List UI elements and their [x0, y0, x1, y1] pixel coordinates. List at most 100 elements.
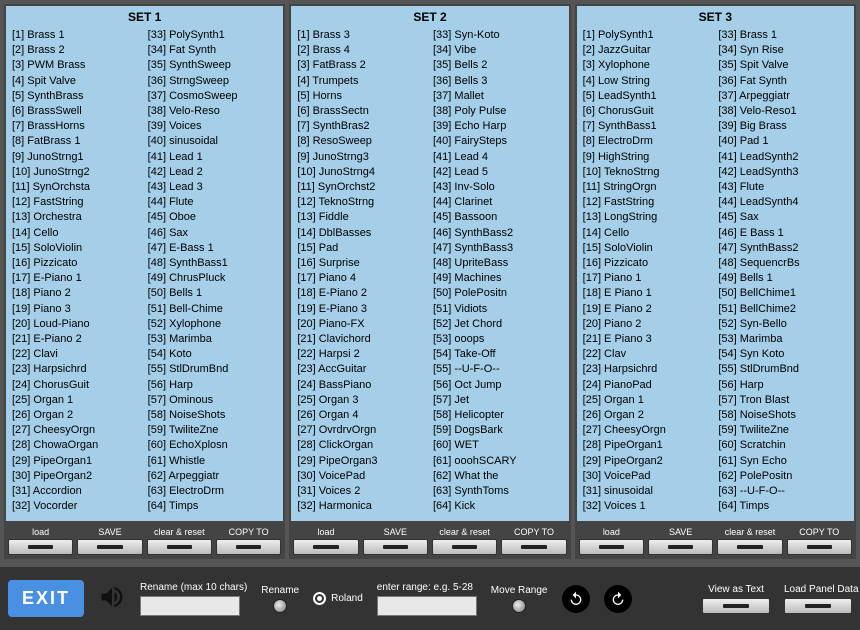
patch-item[interactable]: [43] Lead 3 [148, 180, 278, 195]
patch-item[interactable]: [22] Clav [583, 347, 713, 362]
patch-item[interactable]: [18] E Piano 1 [583, 286, 713, 301]
patch-item[interactable]: [6] BrassSectn [297, 104, 427, 119]
patch-item[interactable]: [29] PipeOrgan2 [583, 454, 713, 469]
patch-item[interactable]: [61] Syn Echo [718, 454, 848, 469]
patch-item[interactable]: [57] Ominous [148, 393, 278, 408]
patch-item[interactable]: [6] ChorusGuit [583, 104, 713, 119]
patch-item[interactable]: [13] Fiddle [297, 210, 427, 225]
button-face[interactable] [648, 539, 713, 555]
patch-item[interactable]: [2] Brass 2 [12, 43, 142, 58]
patch-item[interactable]: [9] JunoStrng1 [12, 150, 142, 165]
patch-item[interactable]: [35] Bells 2 [433, 58, 563, 73]
button-face[interactable] [717, 539, 782, 555]
patch-item[interactable]: [36] StrngSweep [148, 74, 278, 89]
patch-item[interactable]: [3] FatBrass 2 [297, 58, 427, 73]
patch-item[interactable]: [57] Tron Blast [718, 393, 848, 408]
patch-item[interactable]: [3] PWM Brass [12, 58, 142, 73]
button-face[interactable] [147, 539, 212, 555]
patch-item[interactable]: [31] Voices 2 [297, 484, 427, 499]
view-as-text-button[interactable] [702, 598, 770, 614]
patch-item[interactable]: [33] PolySynth1 [148, 28, 278, 43]
patch-item[interactable]: [18] E-Piano 2 [297, 286, 427, 301]
patch-item[interactable]: [7] SynthBras2 [297, 119, 427, 134]
patch-item[interactable]: [25] Organ 3 [297, 393, 427, 408]
patch-item[interactable]: [46] E Bass 1 [718, 226, 848, 241]
patch-item[interactable]: [64] Timps [148, 499, 278, 514]
patch-item[interactable]: [48] UpriteBass [433, 256, 563, 271]
patch-item[interactable]: [50] Bells 1 [148, 286, 278, 301]
patch-item[interactable]: [21] Clavichord [297, 332, 427, 347]
patch-item[interactable]: [52] Jet Chord [433, 317, 563, 332]
patch-item[interactable]: [63] SynthToms [433, 484, 563, 499]
patch-item[interactable]: [13] LongString [583, 210, 713, 225]
patch-item[interactable]: [20] Piano 2 [583, 317, 713, 332]
patch-item[interactable]: [61] Whistle [148, 454, 278, 469]
patch-item[interactable]: [42] Lead 5 [433, 165, 563, 180]
patch-item[interactable]: [19] E Piano 2 [583, 302, 713, 317]
patch-item[interactable]: [56] Oct Jump [433, 378, 563, 393]
patch-item[interactable]: [31] sinusoidal [583, 484, 713, 499]
patch-item[interactable]: [10] JunoStrng2 [12, 165, 142, 180]
patch-item[interactable]: [14] Cello [12, 226, 142, 241]
patch-item[interactable]: [7] BrassHorns [12, 119, 142, 134]
patch-item[interactable]: [55] StlDrumBnd [148, 362, 278, 377]
load-panel-button[interactable] [784, 598, 852, 614]
patch-item[interactable]: [16] Pizzicato [583, 256, 713, 271]
patch-item[interactable]: [29] PipeOrgan3 [297, 454, 427, 469]
patch-item[interactable]: [25] Organ 1 [12, 393, 142, 408]
patch-item[interactable]: [31] Accordion [12, 484, 142, 499]
patch-item[interactable]: [16] Surprise [297, 256, 427, 271]
patch-item[interactable]: [64] Timps [718, 499, 848, 514]
patch-item[interactable]: [26] Organ 2 [583, 408, 713, 423]
button-face[interactable] [579, 539, 644, 555]
patch-item[interactable]: [10] TeknoStrng [583, 165, 713, 180]
patch-item[interactable]: [32] Harmonica [297, 499, 427, 514]
patch-item[interactable]: [44] LeadSynth4 [718, 195, 848, 210]
patch-item[interactable]: [11] SynOrchsta [12, 180, 142, 195]
patch-item[interactable]: [33] Syn-Koto [433, 28, 563, 43]
button-face[interactable] [363, 539, 428, 555]
patch-item[interactable]: [27] CheesyOrgn [583, 423, 713, 438]
button-face[interactable] [787, 539, 852, 555]
patch-item[interactable]: [21] E Piano 3 [583, 332, 713, 347]
patch-item[interactable]: [23] Harpsichrd [583, 362, 713, 377]
patch-item[interactable]: [25] Organ 1 [583, 393, 713, 408]
patch-item[interactable]: [7] SynthBass1 [583, 119, 713, 134]
patch-item[interactable]: [33] Brass 1 [718, 28, 848, 43]
patch-item[interactable]: [58] NoiseShots [148, 408, 278, 423]
patch-item[interactable]: [26] Organ 4 [297, 408, 427, 423]
patch-item[interactable]: [47] E-Bass 1 [148, 241, 278, 256]
patch-item[interactable]: [62] Arpeggiatr [148, 469, 278, 484]
patch-item[interactable]: [53] Marimba [718, 332, 848, 347]
patch-item[interactable]: [30] VoicePad [583, 469, 713, 484]
speaker-icon[interactable] [98, 583, 126, 614]
patch-item[interactable]: [56] Harp [148, 378, 278, 393]
patch-item[interactable]: [45] Sax [718, 210, 848, 225]
exit-button[interactable]: EXIT [8, 580, 84, 617]
button-face[interactable] [293, 539, 358, 555]
patch-item[interactable]: [20] Loud-Piano [12, 317, 142, 332]
patch-item[interactable]: [6] BrassSwell [12, 104, 142, 119]
patch-item[interactable]: [49] Bells 1 [718, 271, 848, 286]
patch-item[interactable]: [30] VoicePad [297, 469, 427, 484]
patch-item[interactable]: [44] Clarinet [433, 195, 563, 210]
patch-item[interactable]: [53] ooops [433, 332, 563, 347]
patch-item[interactable]: [24] BassPiano [297, 378, 427, 393]
patch-item[interactable]: [1] Brass 3 [297, 28, 427, 43]
patch-item[interactable]: [28] ChowaOrgan [12, 438, 142, 453]
patch-item[interactable]: [60] Scratchin [718, 438, 848, 453]
patch-item[interactable]: [23] Harpsichrd [12, 362, 142, 377]
patch-item[interactable]: [16] Pizzicato [12, 256, 142, 271]
button-face[interactable] [216, 539, 281, 555]
patch-item[interactable]: [56] Harp [718, 378, 848, 393]
patch-item[interactable]: [9] JunoStrng3 [297, 150, 427, 165]
button-face[interactable] [8, 539, 73, 555]
patch-item[interactable]: [47] SynthBass2 [718, 241, 848, 256]
patch-item[interactable]: [57] Jet [433, 393, 563, 408]
patch-item[interactable]: [18] Piano 2 [12, 286, 142, 301]
patch-item[interactable]: [59] DogsBark [433, 423, 563, 438]
button-face[interactable] [77, 539, 142, 555]
patch-item[interactable]: [39] Big Brass [718, 119, 848, 134]
patch-item[interactable]: [40] sinusoidal [148, 134, 278, 149]
patch-item[interactable]: [22] Clavi [12, 347, 142, 362]
